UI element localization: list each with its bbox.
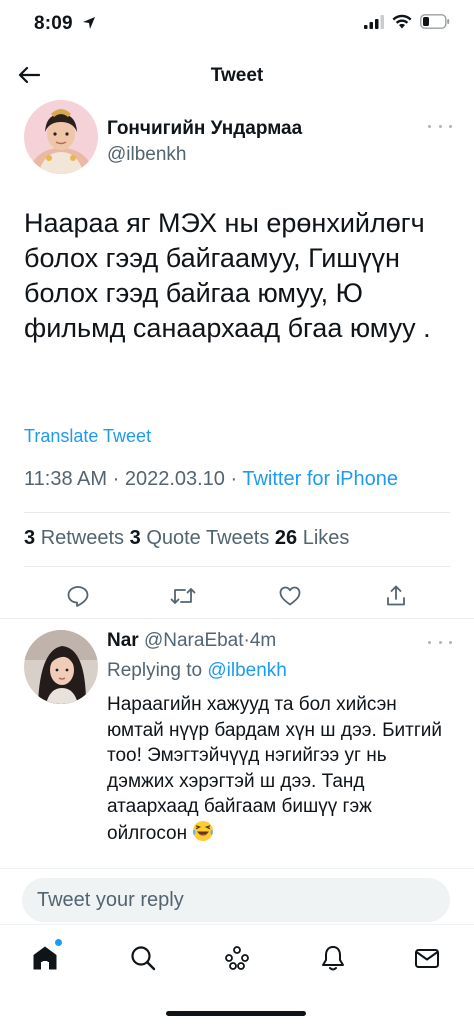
reply-more-options-button[interactable] — [428, 634, 452, 650]
retweets-count: 3 — [24, 527, 36, 549]
tweet-time: 11:38 AM — [24, 468, 108, 490]
more-dot-icon — [428, 640, 431, 644]
reply-author-avatar[interactable] — [24, 630, 98, 704]
author-name[interactable]: Гончигийн Ундармаа — [107, 118, 302, 140]
home-indicator — [166, 1011, 306, 1016]
more-dot-icon — [438, 124, 442, 128]
tweet-date: 2022.03.10 — [124, 468, 225, 490]
messages-icon — [415, 949, 439, 968]
reply-icon — [67, 586, 89, 607]
tab-search[interactable] — [128, 943, 158, 973]
replying-to-label: Replying to — [107, 660, 203, 681]
likes-label: Likes — [302, 527, 350, 549]
more-options-button[interactable] — [428, 118, 452, 134]
reply-text-block: Нараагийн хажууд та бол хийсэн юмтай нүү… — [107, 692, 457, 846]
reply-input[interactable] — [22, 878, 450, 922]
tab-notifications[interactable] — [318, 943, 348, 973]
status-time: 8:09 — [34, 13, 73, 34]
replying-to-handle[interactable]: @ilbenkh — [207, 660, 287, 681]
quote-tweets-label: Quote Tweets — [146, 527, 270, 549]
reply-tweet[interactable]: Nar @NaraEbat·4m Replying to @ilbenkh На… — [0, 618, 474, 868]
bottom-tab-bar — [0, 924, 474, 1026]
tweet-source-link[interactable]: Twitter for iPhone — [242, 468, 398, 490]
reply-author-handle: @NaraEbat — [143, 630, 244, 651]
translate-tweet-link[interactable]: Translate Tweet — [24, 426, 151, 447]
tweet-actions — [0, 578, 474, 614]
search-icon — [131, 946, 156, 971]
battery-icon — [420, 14, 450, 29]
nav-bar: Tweet — [0, 52, 474, 98]
reply-button[interactable] — [64, 582, 92, 610]
reply-composer — [0, 868, 474, 924]
reply-author-name[interactable]: Nar — [107, 630, 139, 651]
likes-stat[interactable]: 26 Likes — [275, 527, 350, 549]
author-avatar[interactable] — [24, 100, 98, 174]
more-dot-icon — [438, 640, 442, 644]
tab-home[interactable] — [30, 939, 62, 973]
cellular-signal-icon — [364, 14, 384, 29]
tweet-author: Гончигийн Ундармаа @ilbenkh — [24, 100, 454, 180]
page-title: Tweet — [210, 65, 264, 86]
author-handle: @ilbenkh — [107, 144, 187, 165]
wifi-icon — [392, 14, 412, 29]
like-icon — [279, 586, 301, 606]
more-dot-icon — [449, 124, 452, 128]
reply-header: Nar @NaraEbat·4m — [107, 630, 276, 652]
tweet-text: Наараа яг МЭХ ны ерөнхийлөгч болох гээд … — [24, 208, 431, 343]
notification-dot — [55, 939, 62, 946]
laughing-emoji-icon — [193, 820, 214, 841]
status-icons — [364, 14, 450, 29]
author-avatar-image — [24, 100, 98, 174]
spaces-icon — [225, 946, 249, 970]
tab-spaces[interactable] — [222, 943, 252, 973]
divider — [24, 566, 450, 567]
like-button[interactable] — [276, 582, 304, 610]
tweet-stats: 3 Retweets 3 Quote Tweets 26 Likes — [24, 527, 349, 550]
replying-to: Replying to @ilbenkh — [107, 660, 287, 682]
retweet-icon — [170, 588, 196, 604]
reply-time: 4m — [249, 630, 277, 651]
meta-separator: · — [230, 468, 238, 490]
notifications-icon — [322, 946, 344, 971]
more-dot-icon — [428, 124, 431, 128]
share-button[interactable] — [382, 582, 410, 610]
retweet-button[interactable] — [169, 582, 197, 610]
retweets-label: Retweets — [40, 527, 125, 549]
location-arrow-icon — [83, 17, 95, 29]
more-dot-icon — [449, 640, 452, 644]
reply-avatar-image — [24, 630, 98, 704]
quote-tweets-stat[interactable]: 3 Quote Tweets — [130, 527, 270, 549]
home-icon — [33, 946, 57, 970]
tab-messages[interactable] — [412, 943, 442, 973]
likes-count: 26 — [274, 527, 298, 549]
status-bar: 8:09 — [0, 0, 474, 50]
divider — [24, 512, 450, 513]
reply-text: Нараагийн хажууд та бол хийсэн юмтай нүү… — [107, 694, 443, 844]
meta-separator: · — [112, 468, 120, 490]
tweet-meta: 11:38 AM · 2022.03.10 · Twitter for iPho… — [24, 468, 398, 491]
retweets-stat[interactable]: 3 Retweets — [24, 527, 124, 549]
share-icon — [387, 585, 405, 606]
quote-tweets-count: 3 — [129, 527, 141, 549]
